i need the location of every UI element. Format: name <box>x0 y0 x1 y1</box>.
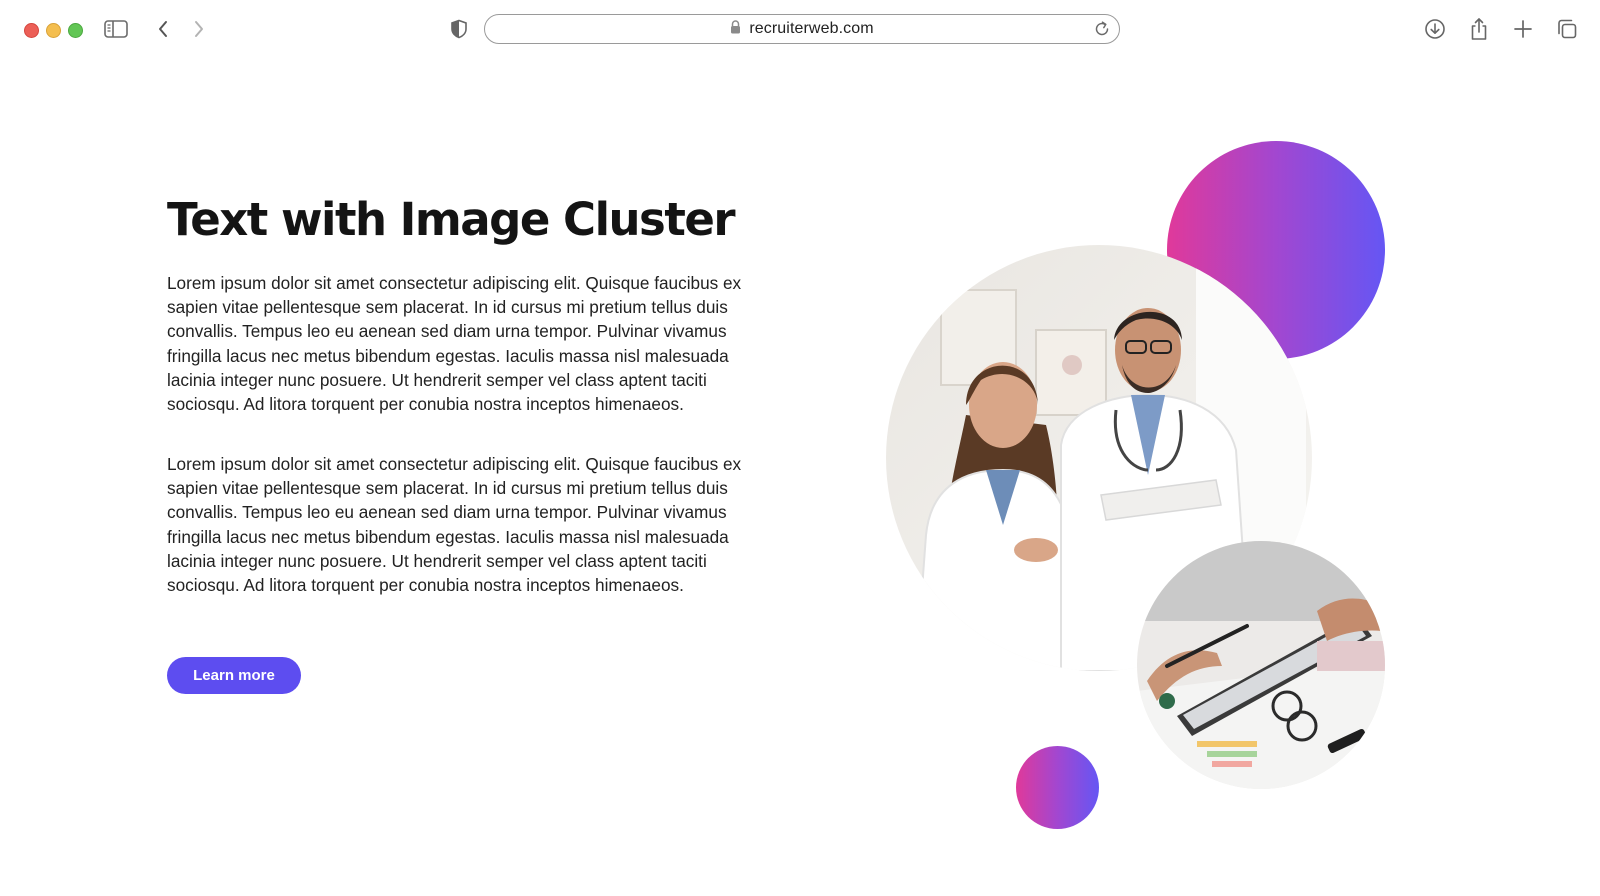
shield-icon[interactable] <box>445 16 473 42</box>
share-icon[interactable] <box>1465 16 1493 42</box>
chevron-right-icon[interactable] <box>185 16 213 42</box>
minimize-window-button[interactable] <box>46 23 61 38</box>
body-paragraph-2: Lorem ipsum dolor sit amet consectetur a… <box>167 454 742 596</box>
gradient-circle-small <box>1016 746 1099 829</box>
address-bar[interactable]: recruiterweb.com <box>484 14 1120 44</box>
url-text: recruiterweb.com <box>749 20 874 37</box>
download-icon[interactable] <box>1421 16 1449 42</box>
tablet-desk-photo <box>1137 541 1385 789</box>
body-paragraph-1: Lorem ipsum dolor sit amet consectetur a… <box>167 273 742 415</box>
lock-icon <box>730 19 741 39</box>
close-window-button[interactable] <box>24 23 39 38</box>
sidebar-icon[interactable] <box>102 16 130 42</box>
plus-icon[interactable] <box>1509 16 1537 42</box>
page-content: Text with Image Cluster Lorem ipsum dolo… <box>0 60 1600 896</box>
learn-more-button[interactable]: Learn more <box>167 657 301 694</box>
page-title: Text with Image Cluster <box>167 193 736 246</box>
chevron-left-icon[interactable] <box>149 16 177 42</box>
tabs-overview-icon[interactable] <box>1553 16 1581 42</box>
browser-toolbar: recruiterweb.com <box>0 0 1600 60</box>
zoom-window-button[interactable] <box>68 23 83 38</box>
reload-icon[interactable] <box>1093 20 1111 43</box>
